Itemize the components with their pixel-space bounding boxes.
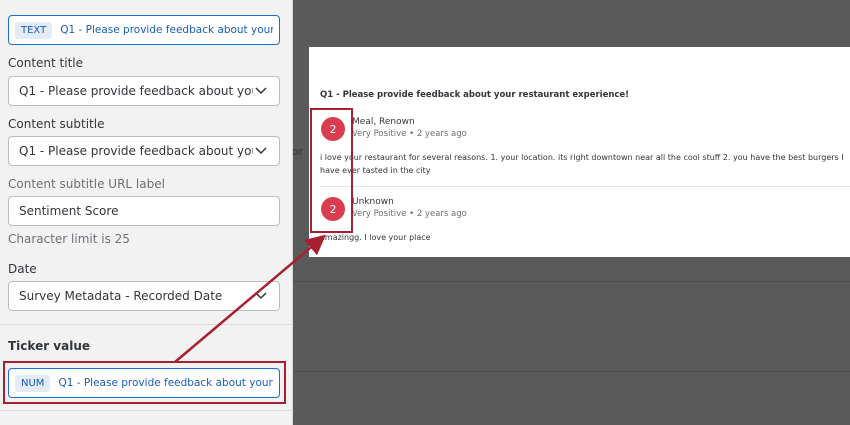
chevron-down-icon: [253, 83, 269, 99]
background-divider: [293, 371, 850, 372]
feedback-entry: 2 Meal, Renown Very Positive • 2 years a…: [309, 117, 850, 187]
widget-title: Q1 - Please provide feedback about your …: [320, 90, 630, 100]
timestamp: 2 years ago: [416, 129, 467, 139]
ticker-value-heading: Ticker value: [8, 339, 91, 353]
content-title-select[interactable]: Q1 - Please provide feedback about your …: [8, 76, 280, 106]
character-limit-hint: Character limit is 25: [8, 232, 130, 246]
separator-dot: •: [409, 209, 415, 219]
content-title-label: Content title: [8, 56, 83, 70]
text-source-field[interactable]: TEXT Q1 - Please provide feedback about …: [8, 15, 280, 45]
response-text: i love your restaurant for several reaso…: [320, 153, 844, 175]
content-title-value: Q1 - Please provide feedback about your …: [19, 84, 253, 98]
content-subtitle-label: Content subtitle: [8, 117, 105, 131]
entry-divider: [320, 186, 850, 187]
chevron-down-icon: [253, 288, 269, 304]
date-select[interactable]: Survey Metadata - Recorded Date: [8, 281, 280, 311]
subtitle-url-input[interactable]: Sentiment Score: [8, 196, 280, 226]
subtitle-url-label: Content subtitle URL label: [8, 177, 165, 191]
separator-dot: •: [409, 129, 415, 139]
respondent-name: Unknown: [352, 197, 394, 207]
text-source-value: Q1 - Please provide feedback about your …: [60, 24, 273, 36]
content-subtitle-select[interactable]: Q1 - Please provide feedback about your …: [8, 136, 280, 166]
badge-highlight: [310, 108, 353, 233]
obscured-text: or: [292, 145, 304, 158]
content-subtitle-value: Q1 - Please provide feedback about your …: [19, 144, 253, 158]
timestamp: 2 years ago: [416, 209, 467, 219]
entry-meta: Very Positive • 2 years ago: [352, 209, 467, 219]
section-divider: [0, 410, 293, 411]
background-divider: [293, 281, 850, 282]
text-tag: TEXT: [15, 21, 53, 39]
ticker-highlight: [3, 361, 286, 404]
response-text: amazingg. I love your place: [320, 233, 431, 242]
section-divider: [0, 324, 293, 325]
date-label: Date: [8, 262, 37, 276]
entry-meta: Very Positive • 2 years ago: [352, 129, 467, 139]
respondent-name: Meal, Renown: [352, 117, 415, 127]
feedback-entry: 2 Unknown Very Positive • 2 years ago am…: [309, 197, 850, 247]
sentiment-label: Very Positive: [352, 129, 407, 139]
chevron-down-icon: [253, 143, 269, 159]
date-value: Survey Metadata - Recorded Date: [19, 289, 223, 303]
feedback-widget: Q1 - Please provide feedback about your …: [309, 47, 850, 257]
sentiment-label: Very Positive: [352, 209, 407, 219]
